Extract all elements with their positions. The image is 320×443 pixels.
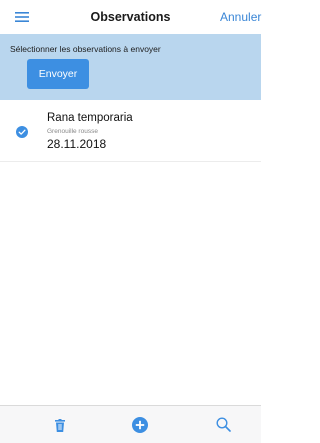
observation-common-name: Grenouille rousse <box>47 128 98 135</box>
observation-date: 28.11.2018 <box>47 137 107 151</box>
menu-button[interactable] <box>10 8 34 26</box>
send-button[interactable]: Envoyer <box>27 59 89 89</box>
cancel-button[interactable]: Annuler <box>220 0 261 34</box>
hamburger-menu-icon <box>15 12 29 22</box>
observation-name: Rana temporaria <box>47 112 133 124</box>
page-title: Observations <box>90 10 171 24</box>
navbar: Observations Annuler <box>0 0 261 34</box>
bottom-toolbar <box>0 405 261 443</box>
trash-icon[interactable] <box>55 419 65 432</box>
banner-instruction: Sélectionner les observations à envoyer <box>10 44 161 54</box>
checkmark-icon[interactable] <box>16 126 28 138</box>
search-icon[interactable] <box>216 417 231 432</box>
add-icon[interactable] <box>132 417 148 433</box>
